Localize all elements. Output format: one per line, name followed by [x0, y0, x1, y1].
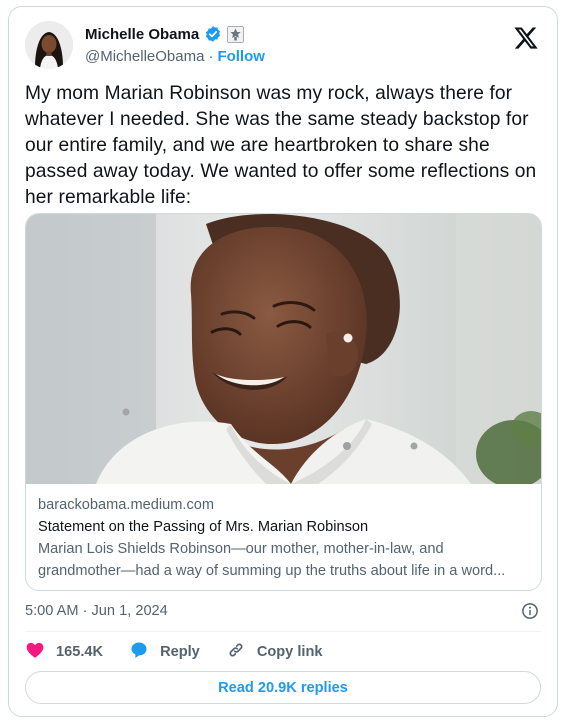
reply-label: Reply	[160, 644, 200, 660]
reply-bubble-icon	[129, 640, 149, 664]
divider	[25, 631, 541, 632]
us-government-seal-icon	[227, 25, 245, 43]
info-icon[interactable]	[521, 602, 539, 620]
embedded-tweet-card: Michelle Obama @MichelleObama · Follow M…	[8, 6, 558, 717]
link-preview-image	[26, 214, 541, 484]
link-icon	[226, 640, 246, 664]
display-name[interactable]: Michelle Obama	[85, 26, 199, 43]
link-preview-meta: barackobama.medium.com Statement on the …	[38, 494, 529, 582]
handle[interactable]: @MichelleObama	[85, 48, 204, 65]
like-count: 165.4K	[56, 644, 104, 660]
timestamp-row: 5:00 AM · Jun 1, 2024	[25, 600, 541, 622]
reply-button[interactable]: Reply	[129, 640, 200, 664]
x-logo-icon[interactable]	[513, 25, 539, 51]
link-description-line-2: grandmother—had a way of summing up the …	[38, 563, 506, 579]
read-replies-button[interactable]: Read 20.9K replies	[25, 671, 541, 704]
link-description-line-1: Marian Lois Shields Robinson—our mother,…	[38, 541, 444, 557]
tweet-text: My mom Marian Robinson was my rock, alwa…	[25, 83, 537, 208]
heart-icon	[25, 640, 45, 664]
copy-link-button[interactable]: Copy link	[226, 640, 323, 664]
avatar[interactable]	[25, 21, 73, 69]
timestamp[interactable]: 5:00 AM · Jun 1, 2024	[25, 603, 168, 619]
link-title: Statement on the Passing of Mrs. Marian …	[38, 519, 369, 535]
follow-button[interactable]: Follow	[217, 48, 265, 65]
tweet-actions: 165.4K Reply Copy link	[25, 639, 349, 665]
tweet-header: Michelle Obama @MichelleObama · Follow	[25, 19, 541, 71]
link-preview-card[interactable]: barackobama.medium.com Statement on the …	[25, 213, 542, 591]
like-button[interactable]: 165.4K	[25, 640, 103, 664]
copy-link-label: Copy link	[256, 644, 323, 660]
link-domain: barackobama.medium.com	[38, 497, 215, 513]
verified-badge-icon	[204, 25, 222, 43]
author-names: Michelle Obama @MichelleObama · Follow	[85, 23, 265, 67]
separator-dot: ·	[208, 47, 214, 65]
